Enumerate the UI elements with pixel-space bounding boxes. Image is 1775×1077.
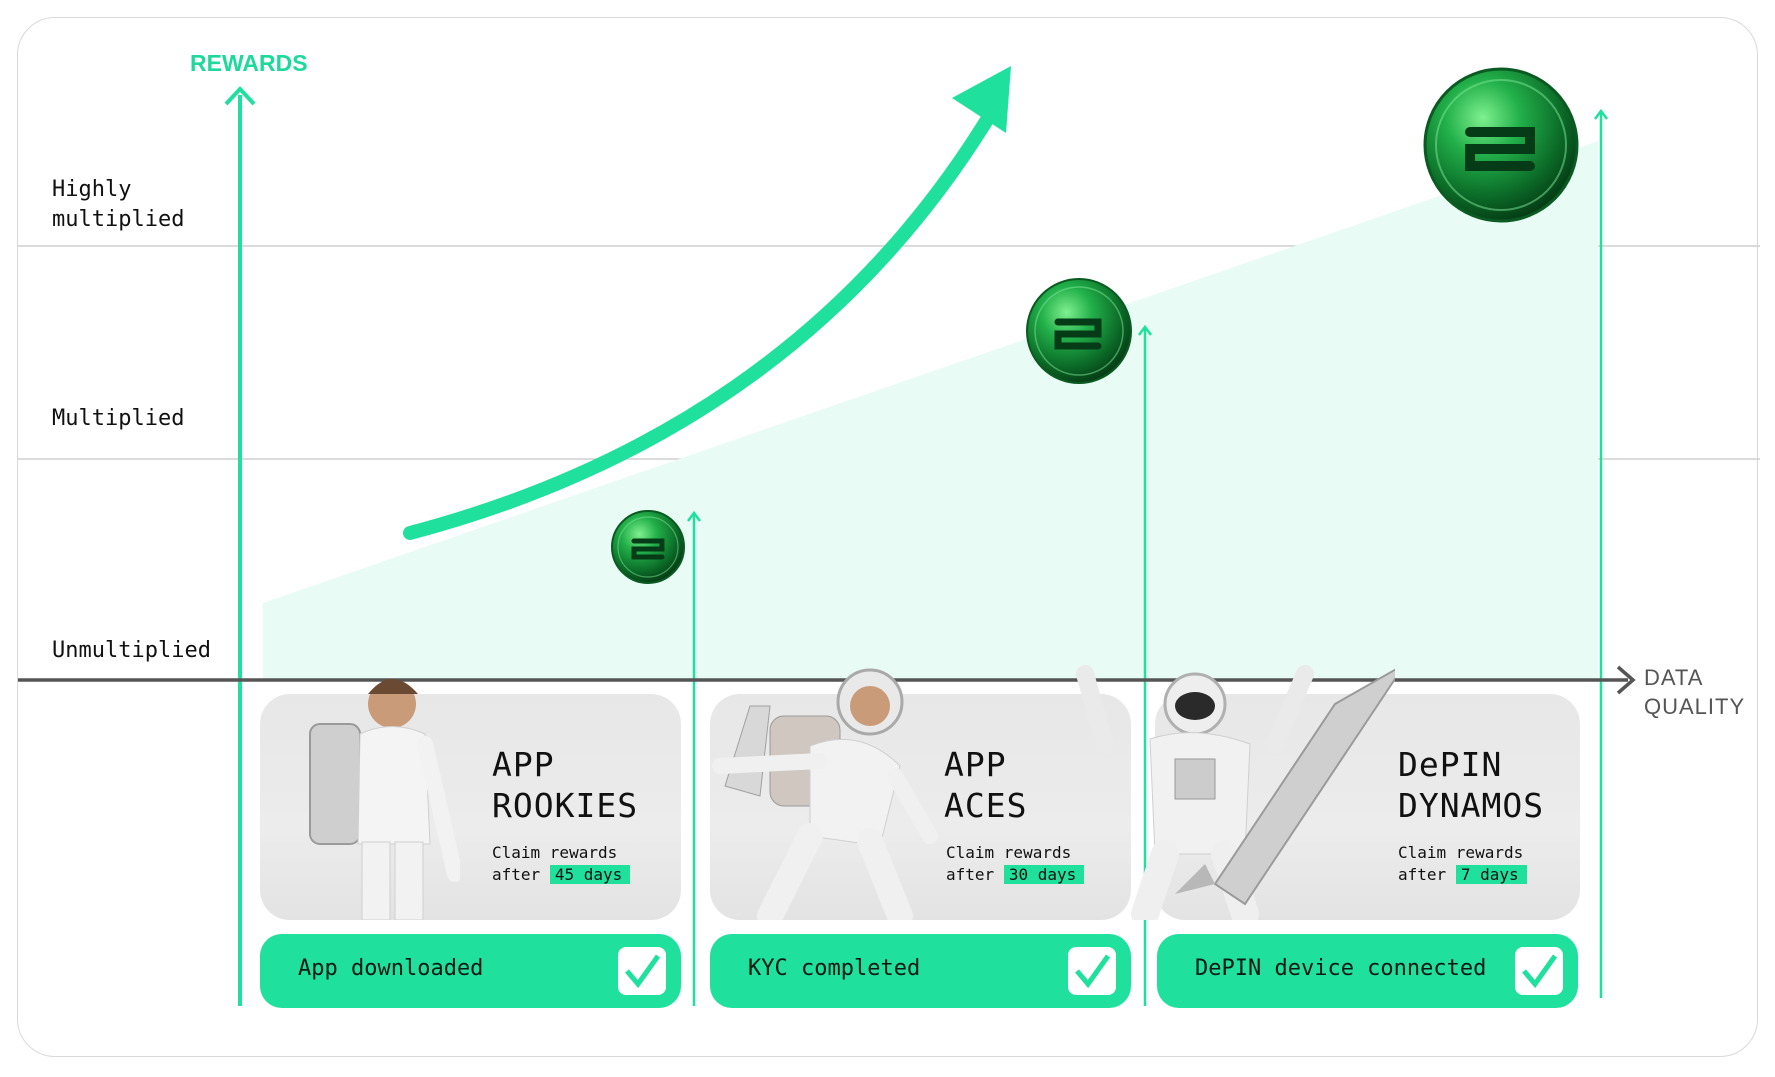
- step-app-downloaded: App downloaded: [260, 934, 681, 1008]
- claim-after-line: after 45 days: [492, 863, 631, 886]
- x-axis-label: DATA QUALITY: [1644, 665, 1746, 719]
- tier-card-depin-dynamos: DePIN DYNAMOS Claim rewards after 7 days: [1076, 665, 1580, 920]
- claim-prefix: after: [946, 865, 995, 884]
- step-depin-device-connected: DePIN device connected: [1157, 934, 1578, 1008]
- step-kyc-completed: KYC completed: [710, 934, 1131, 1008]
- checkmark-icon: [618, 947, 666, 995]
- level-label-multiplied: Multiplied: [52, 406, 185, 431]
- claim-days-badge: 7 days: [1455, 865, 1527, 884]
- tier-title: DePIN DYNAMOS: [1398, 745, 1545, 825]
- claim-after-line: after 7 days: [1398, 863, 1527, 886]
- step-label: App downloaded: [298, 956, 484, 981]
- level-label-highly: Highly multiplied: [52, 177, 185, 232]
- step-label: DePIN device connected: [1195, 956, 1487, 981]
- level-label-unmultiplied: Unmultiplied: [52, 638, 211, 663]
- claim-days-badge: 45 days: [549, 865, 631, 884]
- tier-card-app-aces: APP ACES Claim rewards after 30 days: [710, 668, 1131, 920]
- claim-prefix: after: [1398, 865, 1447, 884]
- large-coin-icon: [1423, 67, 1579, 223]
- claim-prefix: after: [492, 865, 541, 884]
- medium-coin-icon: [1026, 278, 1132, 384]
- step-label: KYC completed: [748, 956, 921, 981]
- tier-card-app-rookies: APP ROOKIES Claim rewards after 45 days: [260, 679, 681, 920]
- y-axis-label: REWARDS: [190, 50, 308, 76]
- astronaut-jetpack-icon: [309, 679, 460, 920]
- checkmark-icon: [1515, 947, 1563, 995]
- claim-line: Claim rewards: [946, 843, 1072, 862]
- small-coin-icon: [611, 510, 685, 584]
- astronaut-rocket-icon: [1076, 665, 1395, 920]
- claim-line: Claim rewards: [492, 843, 618, 862]
- claim-after-line: after 30 days: [946, 863, 1085, 886]
- rewards-area: [263, 141, 1598, 681]
- claim-line: Claim rewards: [1398, 843, 1524, 862]
- claim-days-badge: 30 days: [1003, 865, 1085, 884]
- checkmark-icon: [1068, 947, 1116, 995]
- tier-title: APP ACES: [944, 745, 1028, 825]
- tier-title: APP ROOKIES: [492, 745, 639, 825]
- astronaut-flying-icon: [712, 668, 938, 920]
